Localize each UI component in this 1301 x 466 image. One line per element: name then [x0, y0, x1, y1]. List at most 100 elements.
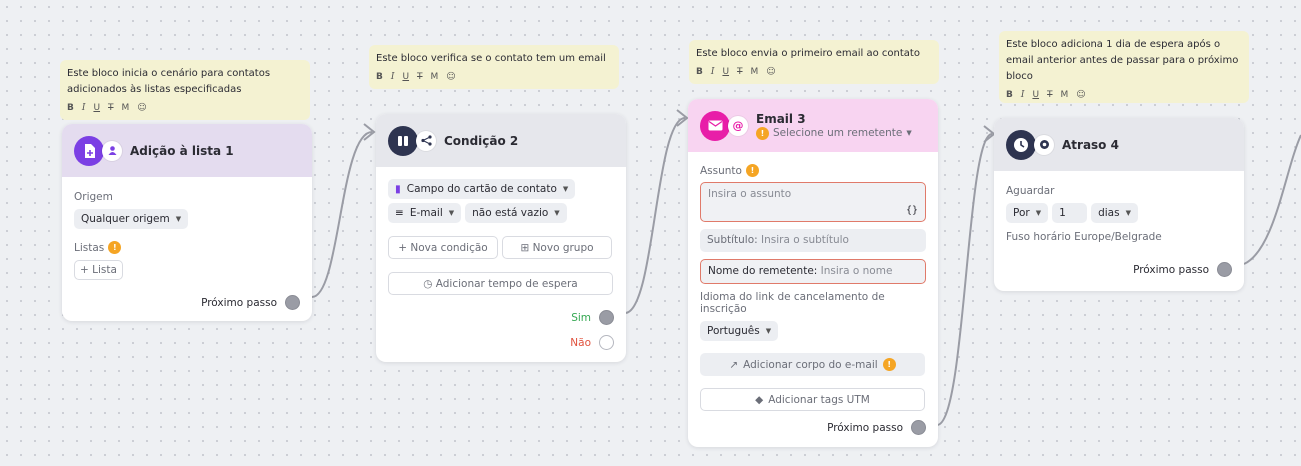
- mark-button[interactable]: M: [751, 64, 759, 80]
- bold-button[interactable]: B: [1006, 87, 1013, 103]
- card-title: Condição 2: [444, 133, 519, 148]
- connector-1-2: [311, 131, 373, 298]
- add-utm-tags-button[interactable]: ◆ Adicionar tags UTM: [700, 388, 925, 411]
- note-toolbar: B I U T M ☺: [376, 69, 612, 85]
- sender-select[interactable]: ! Selecione um remetente ▼: [756, 126, 912, 140]
- underline-button[interactable]: U: [93, 100, 100, 116]
- variables-button[interactable]: {}: [906, 205, 918, 216]
- new-group-button[interactable]: ⊞ Novo grupo: [502, 236, 612, 259]
- underline-button[interactable]: U: [402, 69, 409, 85]
- bold-button[interactable]: B: [67, 100, 74, 116]
- condition-row: ≡ E-mail ▼ não está vazio ▼: [388, 203, 614, 223]
- warning-icon: !: [756, 126, 769, 140]
- note-text-line: email anterior antes de passar para o pr…: [1006, 55, 1239, 66]
- contact-field-select[interactable]: ▮ Campo do cartão de contato ▼: [388, 179, 576, 199]
- contact-field-label: Campo do cartão de contato: [406, 183, 557, 195]
- new-condition-button[interactable]: + Nova condição: [388, 236, 498, 259]
- note-text-line: Este bloco inicia o cenário para contato…: [67, 68, 271, 79]
- italic-button[interactable]: I: [711, 64, 715, 80]
- list-add-icon: [74, 135, 104, 166]
- yes-branch-row: Sim: [571, 310, 614, 325]
- operator-select[interactable]: não está vazio ▼: [465, 203, 567, 223]
- bold-button[interactable]: B: [696, 64, 703, 80]
- emoji-button[interactable]: ☺: [766, 64, 775, 80]
- strikethrough-button[interactable]: T: [108, 100, 114, 116]
- block-email[interactable]: @ Email 3 ! Selecione um remetente ▼ Ass…: [688, 99, 938, 447]
- yes-label: Sim: [571, 311, 591, 324]
- italic-button[interactable]: I: [1021, 87, 1025, 103]
- email-header-text: Email 3 ! Selecione um remetente ▼: [756, 112, 912, 140]
- amount-value: 1: [1059, 207, 1066, 219]
- underline-button[interactable]: U: [1032, 87, 1039, 103]
- connector-arrow-4: [983, 125, 996, 143]
- envelope-icon: [700, 110, 730, 141]
- sticky-note-4[interactable]: Este bloco adiciona 1 dia de espera após…: [999, 31, 1249, 103]
- subject-label-row: Assunto !: [700, 164, 926, 177]
- block-condition[interactable]: Condição 2 ▮ Campo do cartão de contato …: [376, 114, 626, 362]
- next-step-handle[interactable]: [285, 295, 300, 310]
- bold-button[interactable]: B: [376, 69, 383, 85]
- next-step-label: Próximo passo: [1133, 263, 1209, 276]
- strikethrough-button[interactable]: T: [737, 64, 743, 80]
- operator-label: não está vazio: [472, 207, 549, 219]
- origin-value: Qualquer origem: [81, 213, 170, 225]
- subject-input[interactable]: Insira o assunto {}: [700, 182, 926, 222]
- italic-button[interactable]: I: [391, 69, 395, 85]
- workflow-canvas[interactable]: Este bloco inicia o cenário para contato…: [0, 0, 1301, 466]
- emoji-button[interactable]: ☺: [446, 69, 455, 85]
- strikethrough-button[interactable]: T: [1047, 87, 1053, 103]
- block-delay[interactable]: Atraso 4 Aguardar Por ▼ 1 dias ▼ Fuso ho…: [994, 118, 1244, 291]
- origin-select[interactable]: Qualquer origem ▼: [74, 209, 189, 229]
- card-header: @ Email 3 ! Selecione um remetente ▼: [688, 99, 938, 152]
- card-title: Email 3: [756, 111, 806, 126]
- yes-branch-handle[interactable]: [599, 310, 614, 325]
- text-field-icon: ≡: [395, 207, 404, 219]
- language-select[interactable]: Português ▼: [700, 321, 779, 341]
- warning-icon: !: [108, 241, 122, 254]
- sender-select-label: Selecione um remetente: [773, 127, 903, 139]
- add-wait-time-button[interactable]: ◷ Adicionar tempo de espera: [388, 272, 613, 295]
- mark-button[interactable]: M: [122, 100, 130, 116]
- add-utm-tags-label: Adicionar tags UTM: [768, 393, 870, 406]
- note-text-line: bloco: [1006, 71, 1033, 82]
- external-link-icon: ↗: [729, 358, 739, 371]
- branch-icon: [416, 130, 436, 151]
- unit-value: dias: [1098, 207, 1120, 219]
- sticky-note-2[interactable]: Este bloco verifica se o contato tem um …: [369, 45, 619, 89]
- emoji-button[interactable]: ☺: [1076, 87, 1085, 103]
- record-icon: [1034, 134, 1054, 155]
- sticky-note-1[interactable]: Este bloco inicia o cenário para contato…: [60, 60, 310, 120]
- italic-button[interactable]: I: [82, 100, 86, 116]
- sticky-note-3[interactable]: Este bloco envia o primeiro email ao con…: [689, 40, 939, 84]
- next-step-row: Próximo passo: [1133, 262, 1232, 277]
- card-header: Adição à lista 1: [62, 124, 312, 177]
- next-step-label: Próximo passo: [827, 421, 903, 434]
- at-icon: @: [728, 115, 748, 136]
- subtitle-label: Subtítulo:: [707, 234, 758, 246]
- language-value: Português: [707, 325, 760, 337]
- next-step-handle[interactable]: [911, 420, 926, 435]
- chevron-down-icon: ▼: [175, 215, 182, 223]
- emoji-button[interactable]: ☺: [137, 100, 146, 116]
- note-toolbar: B I U T M ☺: [1006, 87, 1242, 103]
- block-list-addition[interactable]: Adição à lista 1 Origem Qualquer origem …: [62, 124, 312, 321]
- condition-actions: + Nova condição ⊞ Novo grupo: [388, 236, 614, 259]
- underline-button[interactable]: U: [722, 64, 729, 80]
- add-list-button[interactable]: + Lista: [74, 260, 123, 280]
- sender-name-input[interactable]: Nome do remetente: Insira o nome: [700, 259, 926, 284]
- subtitle-input[interactable]: Subtítulo: Insira o subtítulo: [700, 229, 926, 252]
- no-branch-row: Não: [570, 335, 614, 350]
- mark-button[interactable]: M: [431, 69, 439, 85]
- add-email-body-button[interactable]: ↗ Adicionar corpo do e-mail !: [700, 353, 925, 376]
- unit-select[interactable]: dias ▼: [1091, 203, 1138, 223]
- period-select[interactable]: Por ▼: [1006, 203, 1049, 223]
- next-step-label: Próximo passo: [201, 296, 277, 309]
- mark-button[interactable]: M: [1061, 87, 1069, 103]
- timezone-label: Fuso horário Europe/Belgrade: [1006, 231, 1162, 243]
- no-branch-handle[interactable]: [599, 335, 614, 350]
- lists-label-row: Listas !: [74, 241, 300, 254]
- email-field-select[interactable]: ≡ E-mail ▼: [388, 203, 462, 223]
- strikethrough-button[interactable]: T: [417, 69, 423, 85]
- next-step-handle[interactable]: [1217, 262, 1232, 277]
- amount-input[interactable]: 1: [1052, 203, 1088, 223]
